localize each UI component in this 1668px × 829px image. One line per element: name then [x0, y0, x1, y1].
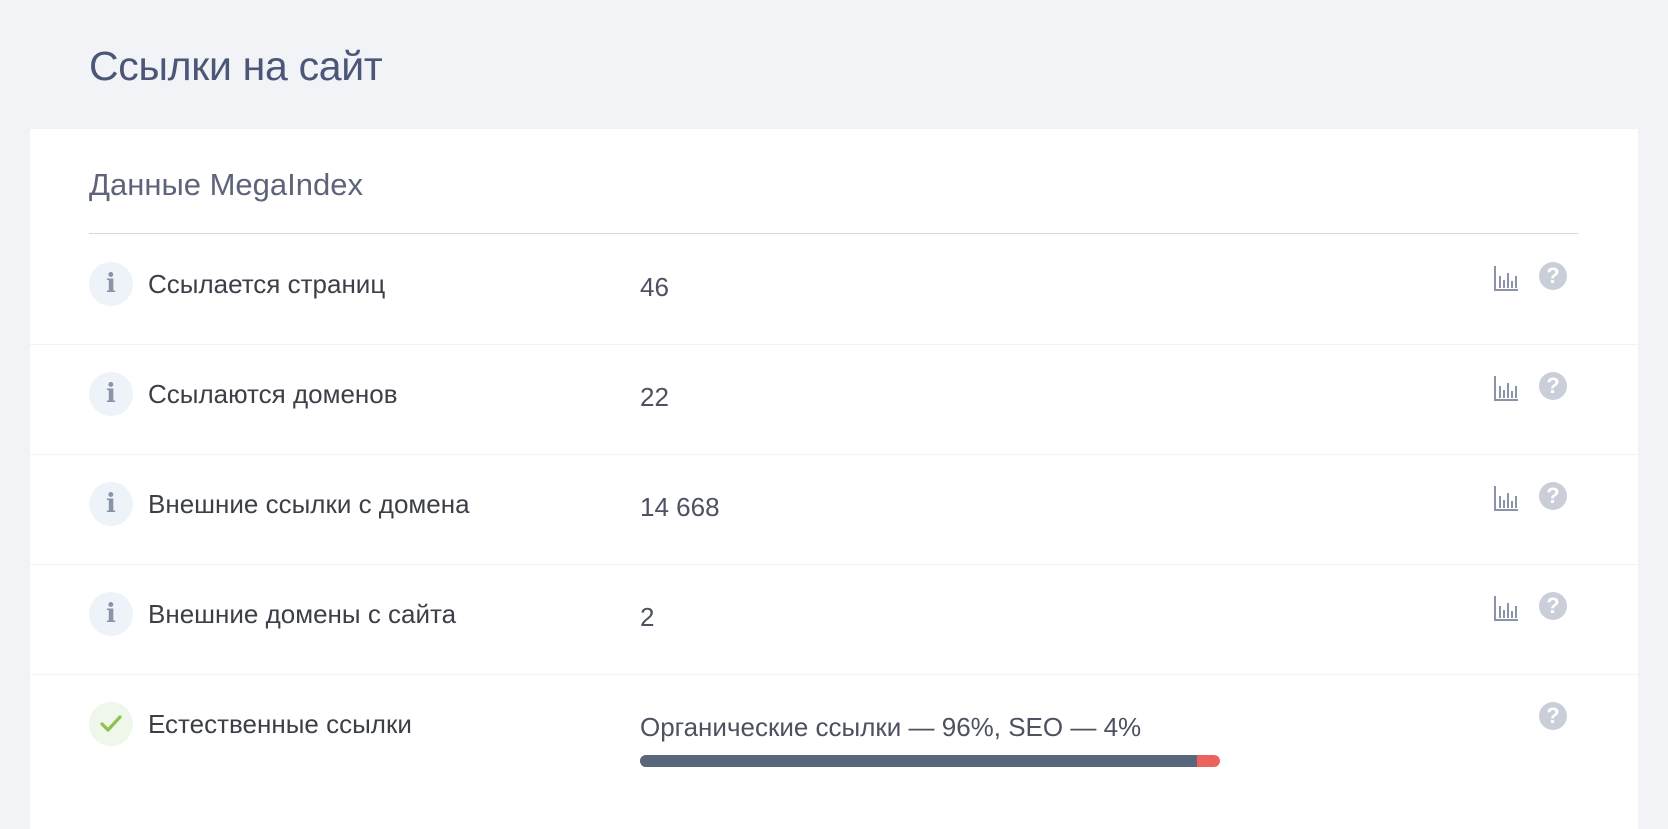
bar-chart-icon[interactable] [1493, 264, 1519, 292]
bar-chart-icon[interactable] [1493, 484, 1519, 512]
metric-label: Внешние ссылки с домена [148, 489, 470, 519]
megaindex-card: Данные MegaIndex i Ссылается страниц 46 … [30, 129, 1638, 829]
metric-row-linking-pages: i Ссылается страниц 46 ? [30, 234, 1638, 345]
metric-label: Естественные ссылки [148, 709, 412, 739]
help-icon[interactable]: ? [1539, 702, 1567, 730]
help-icon[interactable]: ? [1539, 372, 1567, 400]
help-icon[interactable]: ? [1539, 592, 1567, 620]
metric-label: Ссылаются доменов [148, 379, 398, 409]
bar-chart-icon[interactable] [1493, 594, 1519, 622]
metric-row-natural-links: Естественные ссылки Органические ссылки … [30, 674, 1638, 784]
info-icon: i [89, 482, 133, 526]
metric-label: Ссылается страниц [148, 269, 386, 299]
metric-value: 14 668 [640, 492, 720, 522]
info-icon: i [89, 592, 133, 636]
info-icon: i [89, 372, 133, 416]
metric-row-external-domains: i Внешние домены с сайта 2 ? [30, 564, 1638, 675]
info-icon: i [89, 262, 133, 306]
card-title: Данные MegaIndex [89, 167, 363, 202]
metric-value: 46 [640, 272, 669, 302]
metric-value: 22 [640, 382, 669, 412]
metric-row-external-links: i Внешние ссылки с домена 14 668 ? [30, 454, 1638, 565]
metric-label: Внешние домены с сайта [148, 599, 457, 629]
check-icon [89, 702, 133, 746]
link-ratio-bar [640, 755, 1220, 767]
metric-value: 2 [640, 602, 655, 632]
metric-row-linking-domains: i Ссылаются доменов 22 ? [30, 344, 1638, 455]
link-ratio-text: Органические ссылки — 96%, SEO — 4% [640, 712, 1142, 742]
organic-links-fill [640, 755, 1197, 767]
help-icon[interactable]: ? [1539, 482, 1567, 510]
bar-chart-icon[interactable] [1493, 374, 1519, 402]
page-title: Ссылки на сайт [89, 43, 383, 89]
help-icon[interactable]: ? [1539, 262, 1567, 290]
